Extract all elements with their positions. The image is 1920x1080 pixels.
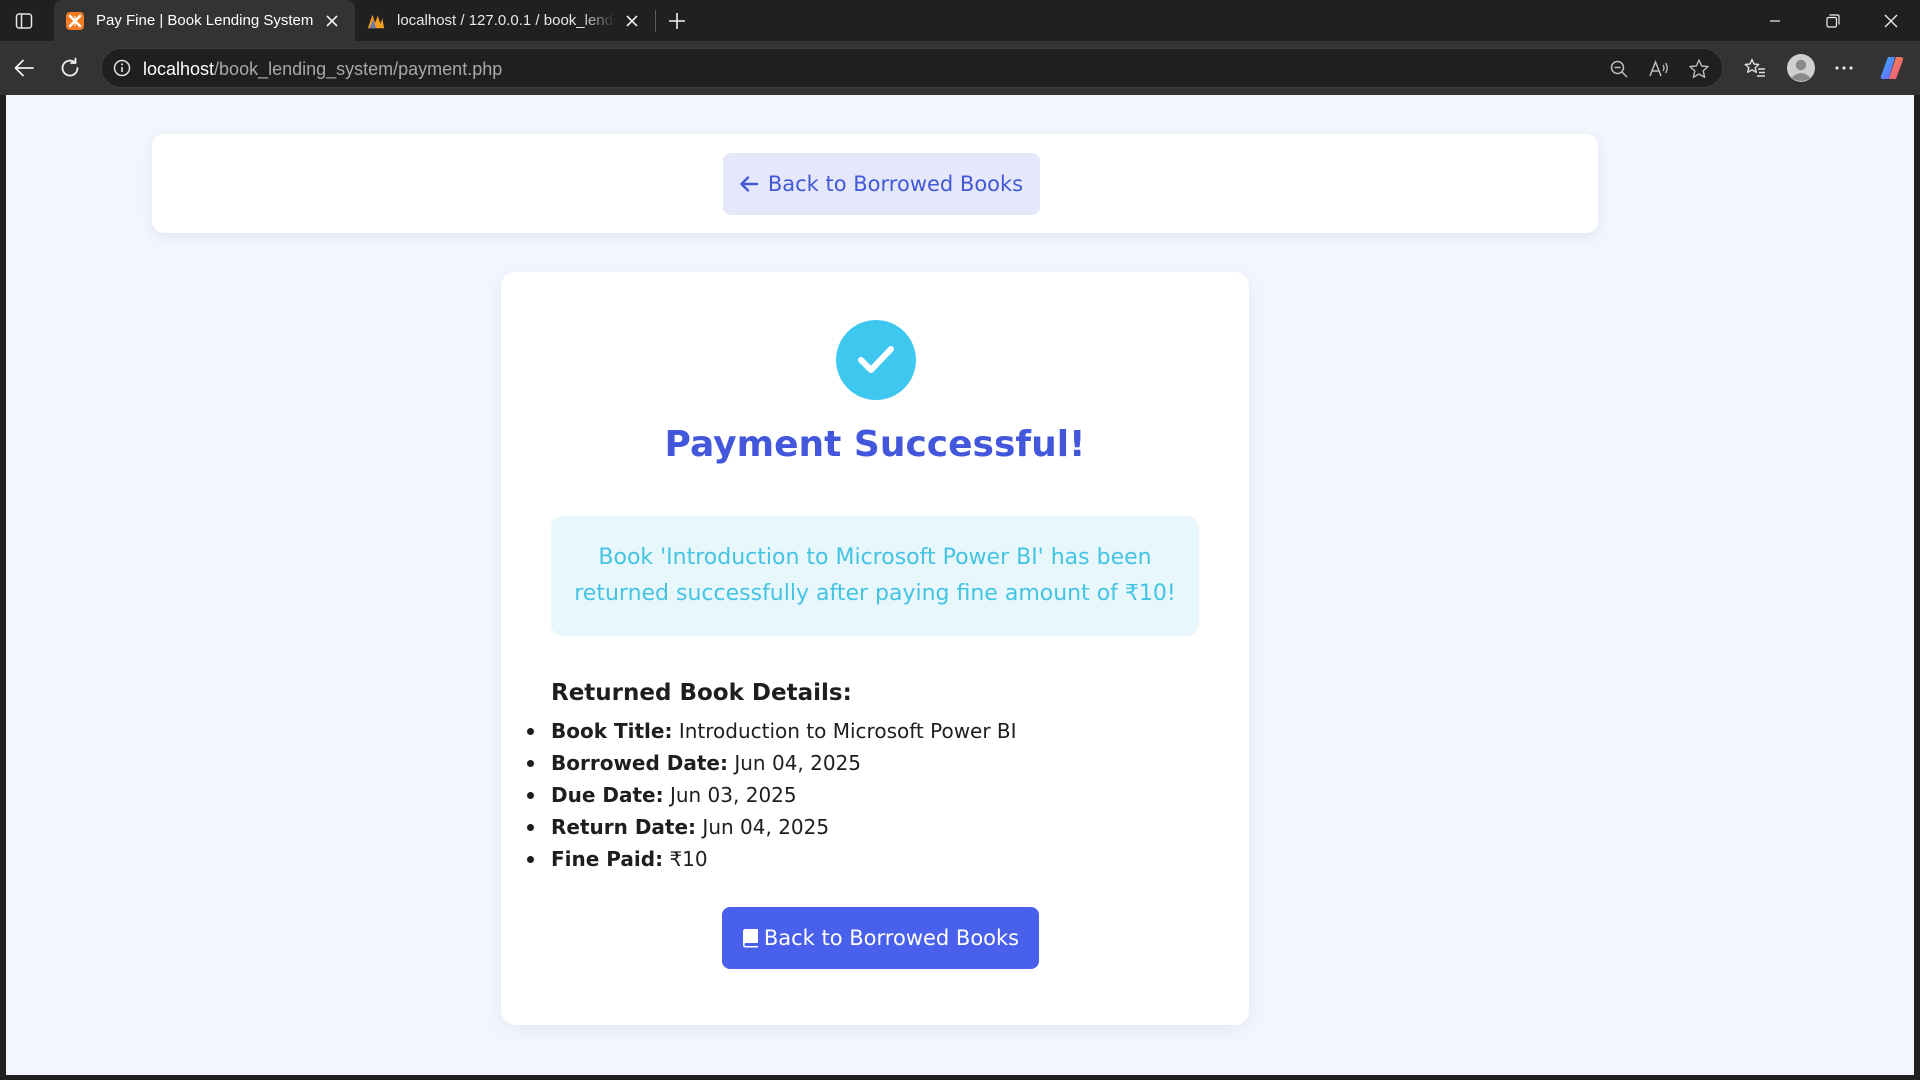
site-info-icon[interactable] bbox=[112, 58, 132, 78]
back-to-borrowed-books-button[interactable]: Back to Borrowed Books bbox=[722, 907, 1039, 969]
detail-label: Return Date: bbox=[551, 815, 697, 839]
detail-label: Book Title: bbox=[551, 719, 673, 743]
detail-value: Jun 04, 2025 bbox=[702, 815, 830, 839]
list-item: Due Date: Jun 03, 2025 bbox=[527, 779, 1017, 811]
tab-title: Pay Fine | Book Lending System bbox=[96, 12, 314, 29]
tab-pay-fine[interactable]: Pay Fine | Book Lending System bbox=[54, 0, 355, 41]
list-item: Fine Paid: ₹10 bbox=[527, 843, 1017, 875]
alert-message: Book 'Introduction to Microsoft Power BI… bbox=[574, 545, 1176, 606]
phpmyadmin-icon bbox=[367, 12, 385, 30]
detail-label: Fine Paid: bbox=[551, 847, 664, 871]
browser-toolbar: localhost/book_lending_system/payment.ph… bbox=[0, 41, 1920, 95]
success-check-icon bbox=[836, 320, 916, 400]
browser-tab-bar: Pay Fine | Book Lending System localhost… bbox=[0, 0, 1920, 41]
detail-value: Jun 03, 2025 bbox=[669, 783, 797, 807]
refresh-icon[interactable] bbox=[55, 53, 85, 83]
returned-book-details-list: Book Title: Introduction to Microsoft Po… bbox=[527, 715, 1017, 875]
tab-title: localhost / 127.0.0.1 / book_lending_sys… bbox=[397, 12, 615, 29]
list-item: Book Title: Introduction to Microsoft Po… bbox=[527, 715, 1017, 747]
back-to-borrowed-books-link[interactable]: Back to Borrowed Books bbox=[723, 153, 1040, 215]
detail-value: Introduction to Microsoft Power BI bbox=[678, 719, 1017, 743]
zoom-out-icon[interactable] bbox=[1607, 57, 1631, 81]
page-title: Payment Successful! bbox=[664, 424, 1086, 465]
page-viewport: Back to Borrowed Books Payment Successfu… bbox=[6, 95, 1914, 1075]
arrow-left-icon bbox=[740, 176, 758, 192]
list-item: Borrowed Date: Jun 04, 2025 bbox=[527, 747, 1017, 779]
top-nav-card: Back to Borrowed Books bbox=[152, 134, 1598, 233]
primary-button-label: Back to Borrowed Books bbox=[763, 926, 1020, 950]
back-link-label: Back to Borrowed Books bbox=[767, 172, 1024, 196]
detail-value: ₹10 bbox=[669, 847, 708, 871]
detail-label: Borrowed Date: bbox=[551, 751, 728, 775]
address-bar[interactable]: localhost/book_lending_system/payment.ph… bbox=[101, 48, 1723, 88]
tab-separator bbox=[655, 10, 656, 32]
sidebar-toggle-icon[interactable] bbox=[12, 9, 36, 33]
restore-icon[interactable] bbox=[1804, 0, 1862, 41]
tab-phpmyadmin[interactable]: localhost / 127.0.0.1 / book_lending_sys… bbox=[355, 0, 655, 41]
back-arrow-icon[interactable] bbox=[9, 53, 39, 83]
new-tab-icon[interactable] bbox=[664, 8, 690, 34]
close-tab-icon[interactable] bbox=[623, 12, 641, 30]
details-heading: Returned Book Details: bbox=[551, 680, 852, 706]
payment-success-card: Payment Successful! Book 'Introduction t… bbox=[501, 272, 1249, 1025]
close-window-icon[interactable] bbox=[1862, 0, 1920, 41]
copilot-icon[interactable] bbox=[1878, 54, 1906, 82]
list-item: Return Date: Jun 04, 2025 bbox=[527, 811, 1017, 843]
url-path: /book_lending_system/payment.php bbox=[214, 59, 503, 79]
read-aloud-icon[interactable] bbox=[1647, 57, 1671, 81]
book-icon bbox=[742, 929, 758, 948]
favorites-icon[interactable] bbox=[1741, 54, 1769, 82]
detail-label: Due Date: bbox=[551, 783, 664, 807]
more-options-icon[interactable] bbox=[1830, 54, 1858, 82]
xampp-icon bbox=[66, 11, 84, 30]
url-host: localhost bbox=[143, 59, 215, 79]
url-text[interactable]: localhost/book_lending_system/payment.ph… bbox=[143, 59, 502, 80]
profile-avatar-icon[interactable] bbox=[1785, 52, 1817, 84]
minimize-icon[interactable] bbox=[1746, 0, 1804, 41]
close-tab-icon[interactable] bbox=[323, 12, 341, 30]
window-bottom-edge bbox=[0, 1075, 1920, 1080]
favorite-star-icon[interactable] bbox=[1687, 57, 1711, 81]
detail-value: Jun 04, 2025 bbox=[734, 751, 862, 775]
success-alert: Book 'Introduction to Microsoft Power BI… bbox=[551, 516, 1199, 636]
